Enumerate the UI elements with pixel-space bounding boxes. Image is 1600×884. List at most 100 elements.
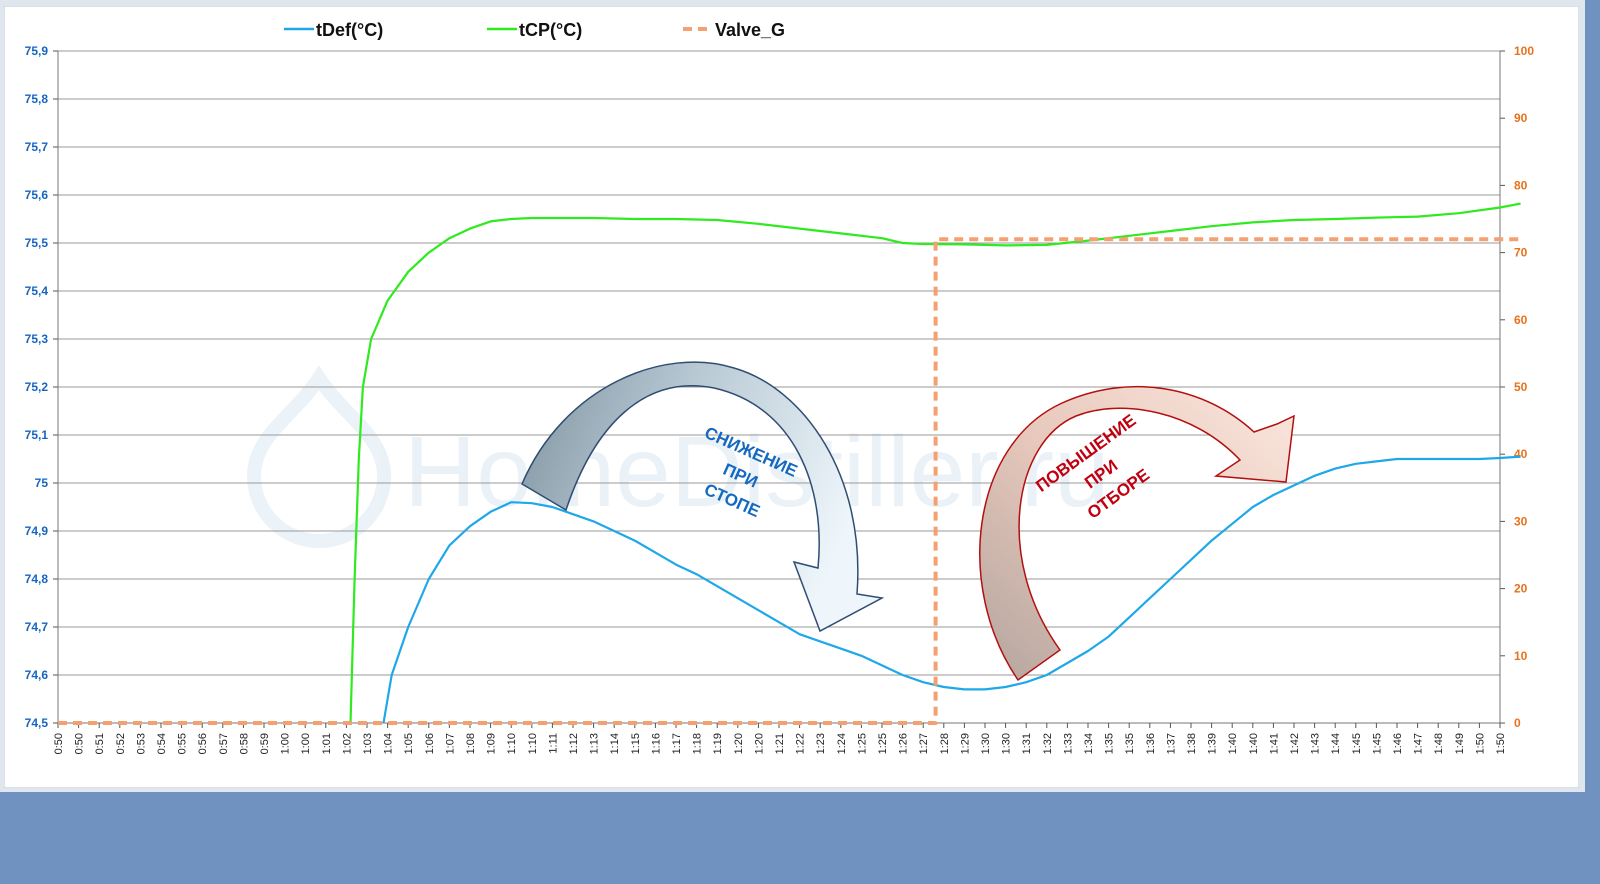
x-tick-label: 1:07 (444, 733, 456, 754)
x-tick-label: 0:56 (197, 733, 209, 754)
y-left-tick-label: 75,6 (25, 188, 49, 202)
y-left-tick-label: 75,2 (25, 380, 49, 394)
x-tick-label: 1:21 (774, 733, 786, 754)
x-tick-label: 1:28 (939, 733, 951, 754)
chart: HomeDistiller.ru 74,574,674,774,874,9757… (4, 6, 1579, 788)
x-tick-label: 0:58 (238, 733, 250, 754)
x-tick-label: 1:27 (918, 733, 930, 754)
chart-background (4, 6, 1579, 788)
x-tick-label: 1:33 (1062, 733, 1074, 754)
x-tick-label: 1:46 (1392, 733, 1404, 754)
x-tick-label: 1:20 (733, 733, 745, 754)
x-tick-label: 1:48 (1433, 733, 1445, 754)
x-tick-label: 1:00 (300, 733, 312, 754)
x-tick-label: 1:00 (280, 733, 292, 754)
x-tick-label: 1:35 (1104, 733, 1116, 754)
x-tick-label: 1:47 (1413, 733, 1425, 754)
y-right-tick-label: 100 (1514, 44, 1534, 58)
y-right-tick-label: 10 (1514, 649, 1528, 663)
x-tick-label: 1:18 (692, 733, 704, 754)
x-tick-label: 0:52 (115, 733, 127, 754)
x-tick-label: 1:17 (671, 733, 683, 754)
x-tick-label: 0:51 (94, 733, 106, 754)
y-left-tick-label: 75,1 (25, 428, 49, 442)
legend-label-1: tCP(°C) (519, 20, 582, 40)
y-left-tick-label: 74,7 (25, 620, 49, 634)
x-tick-label: 1:25 (877, 733, 889, 754)
x-tick-label: 1:43 (1310, 733, 1322, 754)
x-tick-label: 1:41 (1268, 733, 1280, 754)
x-tick-label: 1:30 (980, 733, 992, 754)
legend-label-0: tDef(°C) (316, 20, 383, 40)
x-tick-label: 1:39 (1207, 733, 1219, 754)
y-left-tick-label: 75,7 (25, 140, 49, 154)
x-tick-label: 1:25 (856, 733, 868, 754)
x-tick-label: 1:29 (959, 733, 971, 754)
x-tick-label: 1:06 (424, 733, 436, 754)
x-tick-label: 1:12 (568, 733, 580, 754)
y-right-tick-label: 50 (1514, 380, 1528, 394)
x-tick-label: 1:40 (1227, 733, 1239, 754)
x-tick-label: 1:13 (589, 733, 601, 754)
x-tick-label: 1:16 (650, 733, 662, 754)
y-left-tick-label: 75 (35, 476, 49, 490)
x-tick-label: 1:44 (1330, 733, 1342, 754)
x-tick-label: 1:10 (527, 733, 539, 754)
x-tick-label: 1:38 (1186, 733, 1198, 754)
x-tick-label: 1:10 (506, 733, 518, 754)
y-right-tick-label: 20 (1514, 582, 1528, 596)
x-tick-label: 0:59 (259, 733, 271, 754)
x-tick-label: 0:55 (177, 733, 189, 754)
y-left-tick-label: 74,9 (25, 524, 49, 538)
y-right-tick-label: 60 (1514, 313, 1528, 327)
x-tick-label: 0:54 (156, 733, 168, 754)
chart-window: HomeDistiller.ru 74,5 74,6 74,7 74,8 74,9 75 7… (0, 0, 1585, 792)
y-left-tick-label: 75,8 (25, 92, 49, 106)
x-tick-label: 0:53 (135, 733, 147, 754)
x-tick-label: 1:37 (1165, 733, 1177, 754)
x-tick-label: 1:08 (465, 733, 477, 754)
x-tick-label: 1:22 (795, 733, 807, 754)
y-right-tick-label: 90 (1514, 111, 1528, 125)
x-tick-label: 1:30 (1001, 733, 1013, 754)
y-left-tick-label: 75,3 (25, 332, 49, 346)
y-right-tick-label: 70 (1514, 246, 1528, 260)
x-tick-label: 1:34 (1083, 733, 1095, 754)
y-left-tick-label: 75,4 (25, 284, 49, 298)
x-tick-label: 1:23 (815, 733, 827, 754)
x-tick-label: 1:50 (1495, 733, 1507, 754)
x-tick-label: 1:03 (362, 733, 374, 754)
x-tick-label: 1:36 (1145, 733, 1157, 754)
y-right-tick-label: 40 (1514, 447, 1528, 461)
x-tick-label: 1:19 (712, 733, 724, 754)
x-tick-label: 1:26 (898, 733, 910, 754)
x-tick-label: 0:50 (53, 733, 65, 754)
x-tick-label: 1:49 (1454, 733, 1466, 754)
x-tick-label: 1:35 (1124, 733, 1136, 754)
y-right-tick-label: 30 (1514, 514, 1528, 528)
x-tick-label: 1:45 (1371, 733, 1383, 754)
x-tick-label: 1:14 (609, 733, 621, 754)
y-left-tick-label: 75,5 (25, 236, 49, 250)
x-tick-label: 1:11 (547, 733, 559, 754)
x-tick-label: 1:45 (1351, 733, 1363, 754)
x-tick-label: 0:57 (218, 733, 230, 754)
y-left-tick-label: 74,6 (25, 668, 49, 682)
x-tick-label: 0:50 (74, 733, 86, 754)
x-tick-label: 1:15 (630, 733, 642, 754)
y-left-tick-label: 74,5 (25, 716, 49, 730)
legend-label-2: Valve_G (715, 20, 785, 40)
x-tick-label: 1:40 (1248, 733, 1260, 754)
y-left-tick-label: 75,9 (25, 44, 49, 58)
y-right-tick-label: 80 (1514, 178, 1528, 192)
x-tick-label: 1:31 (1021, 733, 1033, 754)
x-tick-label: 1:20 (753, 733, 765, 754)
x-tick-label: 1:02 (341, 733, 353, 754)
x-tick-label: 1:24 (836, 733, 848, 754)
x-tick-label: 1:32 (1042, 733, 1054, 754)
x-tick-label: 1:50 (1474, 733, 1486, 754)
x-tick-label: 1:04 (383, 733, 395, 754)
y-left-tick-label: 74,8 (25, 572, 49, 586)
x-tick-label: 1:01 (321, 733, 333, 754)
x-tick-label: 1:42 (1289, 733, 1301, 754)
